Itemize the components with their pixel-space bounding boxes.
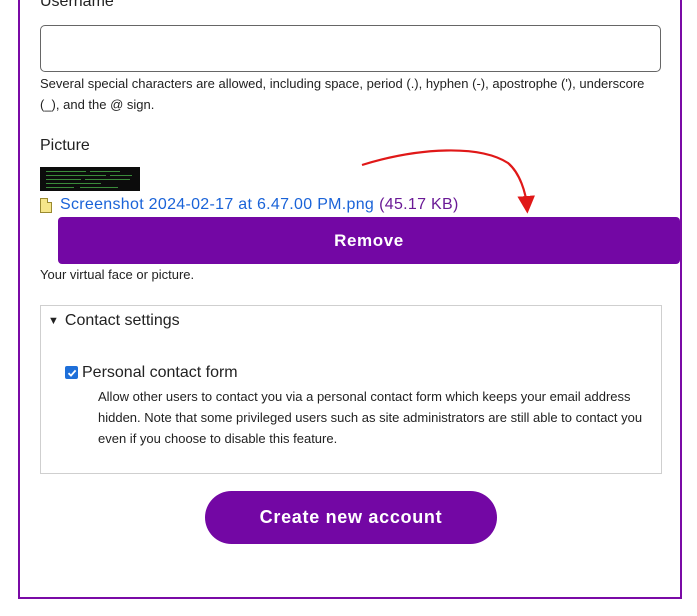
image-file-icon xyxy=(40,197,52,213)
remove-button[interactable]: Remove xyxy=(58,217,680,264)
annotation-arrow-icon xyxy=(361,149,535,214)
personal-contact-checkbox[interactable] xyxy=(65,366,78,379)
picture-help: Your virtual face or picture. xyxy=(40,267,195,282)
contact-settings-summary[interactable]: ▼ Contact settings xyxy=(48,312,180,330)
username-label: Username * xyxy=(40,0,120,11)
required-marker: * xyxy=(115,0,121,7)
checkmark-icon xyxy=(67,369,76,377)
file-link[interactable]: Screenshot 2024-02-17 at 6.47.00 PM.png xyxy=(60,196,374,214)
personal-contact-description: Allow other users to contact you via a p… xyxy=(98,389,643,446)
personal-contact-label[interactable]: Personal contact form xyxy=(82,364,238,382)
contact-settings-title: Contact settings xyxy=(64,312,180,329)
triangle-down-icon: ▼ xyxy=(48,315,59,327)
username-label-text: Username xyxy=(40,0,114,10)
create-account-button[interactable]: Create new account xyxy=(205,491,497,544)
picture-label: Picture xyxy=(40,137,90,154)
username-help: Several special characters are allowed, … xyxy=(40,76,645,112)
username-input[interactable] xyxy=(40,25,661,72)
picture-thumbnail xyxy=(40,167,140,191)
